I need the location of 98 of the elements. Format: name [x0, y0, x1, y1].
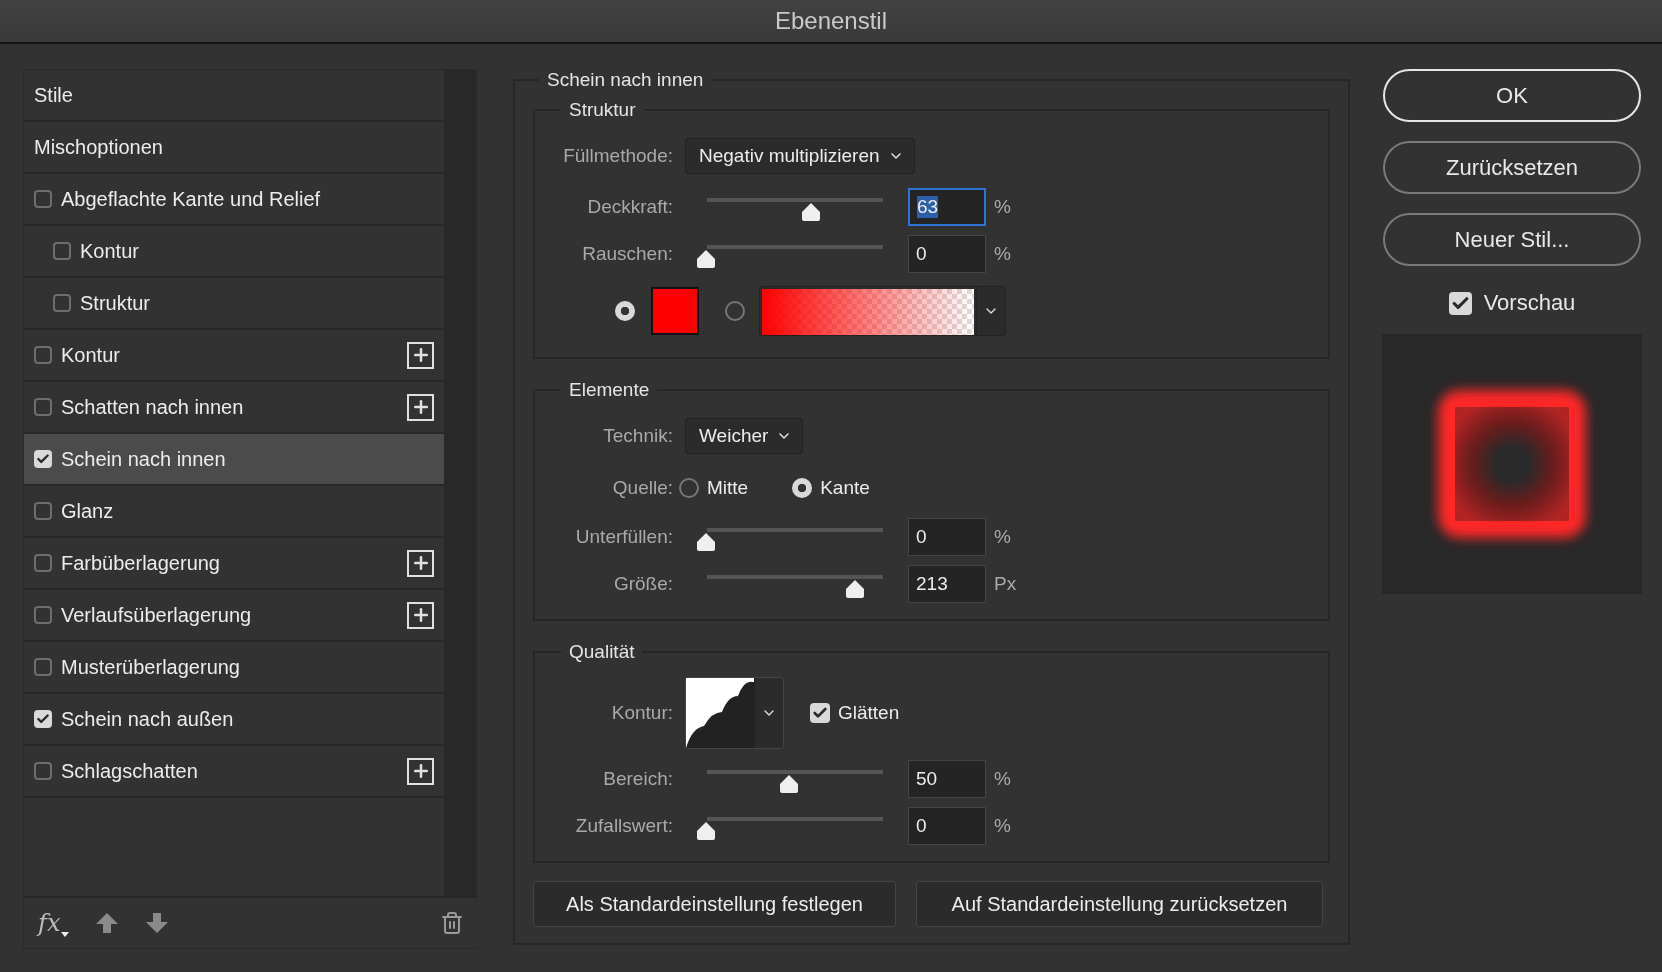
trash-icon[interactable] — [440, 911, 464, 935]
radio-button[interactable] — [725, 301, 745, 321]
style-label: Glanz — [61, 499, 115, 523]
checkbox[interactable] — [34, 502, 52, 520]
style-label: Verlaufsüberlagerung — [61, 603, 253, 627]
slider-thumb[interactable] — [799, 201, 822, 222]
checkbox[interactable] — [1448, 291, 1472, 315]
section-title: Struktur — [568, 99, 637, 121]
default-settings-button[interactable]: Als Standardeinstellung festlegen — [533, 881, 896, 927]
unit-label: % — [994, 195, 1011, 218]
checkbox-label: Vorschau — [1483, 290, 1576, 316]
color-swatch[interactable] — [651, 287, 699, 335]
slider-thumb[interactable] — [695, 248, 717, 269]
style-label: Schatten nach innen — [61, 395, 245, 419]
fx-menu-button[interactable]: fx — [38, 909, 70, 937]
default-settings-button[interactable]: Auf Standardeinstellung zurücksetzen — [916, 881, 1323, 927]
radio-label: Mitte — [707, 477, 749, 499]
dialog-button[interactable]: Neuer Stil... — [1383, 213, 1641, 266]
field-value: 63 — [917, 195, 939, 218]
checkbox[interactable] — [34, 554, 52, 572]
checkbox-label: Glätten — [838, 702, 900, 724]
style-label: Mischoptionen — [34, 135, 164, 159]
input-field[interactable]: 50 — [908, 759, 986, 798]
radio-label: Kante — [820, 477, 870, 499]
style-label: Stile — [34, 83, 74, 107]
field-label: Zufallswert: — [574, 814, 673, 837]
field-label: Bereich: — [602, 767, 673, 790]
radio-button[interactable] — [615, 301, 635, 321]
unit-label: % — [994, 242, 1011, 265]
style-list-item[interactable]: Schein nach innen — [24, 434, 444, 486]
checkbox[interactable] — [810, 703, 830, 723]
field-label: Füllmethode: — [562, 145, 673, 167]
unit-label: % — [994, 525, 1011, 548]
field-value: 0 — [916, 242, 927, 265]
gradient-picker[interactable] — [759, 286, 1006, 336]
move-down-icon[interactable] — [145, 911, 170, 935]
field-label: Technik: — [602, 425, 673, 447]
style-label: Kontur — [80, 239, 140, 263]
field-label: Rauschen: — [581, 242, 673, 265]
radio-button[interactable] — [679, 478, 699, 498]
style-label: Struktur — [80, 291, 152, 315]
unit-label: Px — [994, 572, 1017, 595]
add-button[interactable] — [407, 601, 434, 629]
field-value: 0 — [916, 525, 927, 548]
radio-button[interactable] — [792, 478, 813, 498]
style-label: Musterüberlagerung — [61, 655, 241, 679]
slider-thumb[interactable] — [778, 773, 800, 794]
section-title: Elemente — [568, 379, 651, 401]
input-field[interactable]: 63 — [908, 187, 986, 226]
unit-label: % — [994, 814, 1011, 837]
input-field[interactable]: 0 — [908, 517, 986, 556]
add-button[interactable] — [407, 549, 434, 577]
field-label: Quelle: — [611, 477, 673, 499]
checkbox[interactable] — [34, 606, 52, 624]
field-label: Unterfüllen: — [574, 525, 673, 548]
style-label: Farbüberlagerung — [61, 551, 221, 575]
field-value: 50 — [916, 767, 938, 790]
field-label: Deckkraft: — [586, 195, 673, 218]
dropdown[interactable]: Negativ multiplizieren — [685, 138, 915, 174]
dialog-button[interactable]: OK — [1383, 69, 1641, 122]
checkbox[interactable] — [34, 710, 52, 728]
checkbox[interactable] — [53, 242, 71, 260]
checkbox[interactable] — [34, 658, 52, 676]
slider-thumb[interactable] — [695, 820, 717, 841]
style-label: Schlagschatten — [61, 759, 199, 783]
style-label: Schein nach außen — [61, 707, 235, 731]
move-up-icon[interactable] — [95, 911, 120, 935]
checkbox[interactable] — [34, 190, 52, 208]
checkbox[interactable] — [53, 294, 71, 312]
style-label: Kontur — [61, 343, 121, 367]
style-label: Schein nach innen — [61, 447, 227, 471]
window-title: Ebenenstil — [774, 7, 888, 35]
field-value: 213 — [916, 572, 948, 595]
dropdown[interactable]: Weicher — [685, 418, 804, 454]
input-field[interactable]: 0 — [908, 234, 986, 273]
unit-label: % — [994, 767, 1011, 790]
field-label: Größe: — [612, 572, 673, 595]
input-field[interactable]: 213 — [908, 564, 986, 603]
add-button[interactable] — [407, 757, 434, 785]
style-label: Abgeflachte Kante und Relief — [61, 187, 322, 211]
section-title: Qualität — [568, 641, 636, 663]
checkbox[interactable] — [34, 450, 52, 468]
caret-icon — [61, 932, 70, 937]
dropdown-value: Weicher — [699, 425, 769, 447]
field-value: 0 — [916, 814, 927, 837]
panel-title: Schein nach innen — [546, 69, 705, 91]
input-field[interactable]: 0 — [908, 806, 986, 845]
dialog-button[interactable]: Zurücksetzen — [1383, 141, 1641, 194]
slider-thumb[interactable] — [844, 578, 867, 599]
checkbox[interactable] — [34, 398, 52, 416]
checkbox[interactable] — [34, 346, 52, 364]
add-button[interactable] — [407, 393, 434, 421]
dropdown-value: Negativ multiplizieren — [699, 145, 880, 167]
slider-thumb[interactable] — [695, 531, 717, 552]
field-label: Kontur: — [610, 702, 673, 724]
checkbox[interactable] — [34, 762, 52, 780]
contour-picker[interactable] — [685, 677, 784, 749]
add-button[interactable] — [407, 341, 434, 369]
